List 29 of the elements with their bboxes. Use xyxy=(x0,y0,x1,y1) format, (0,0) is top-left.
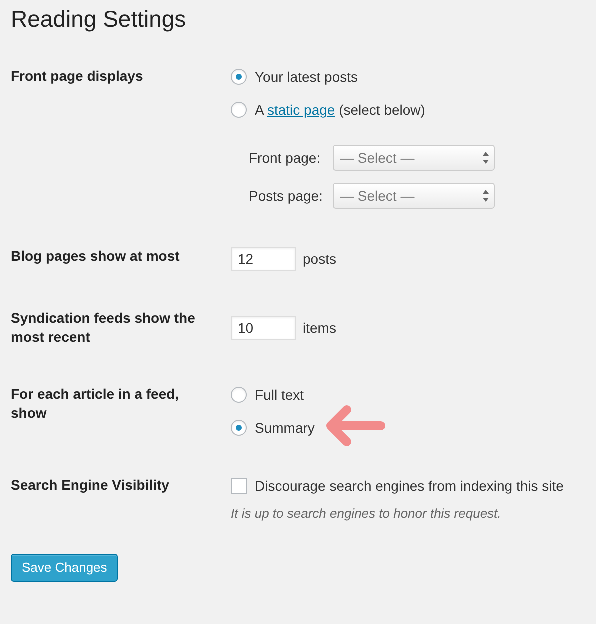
select-label: Posts page: xyxy=(249,188,324,204)
option-label: Your latest posts xyxy=(255,69,358,85)
option-label: Full text xyxy=(255,387,304,403)
setting-label: Search Engine Visibility xyxy=(11,476,170,495)
stepper-arrows-icon xyxy=(482,151,490,165)
radio-button[interactable] xyxy=(231,420,247,436)
number-field[interactable]: 10 xyxy=(231,316,296,340)
setting-label: Syndication feeds show the most recent xyxy=(11,309,196,347)
unit-label: items xyxy=(303,320,336,336)
stepper-arrows-icon xyxy=(482,189,490,203)
checkbox-label: Discourage search engines from indexing this site xyxy=(255,478,564,494)
description-text: It is up to search engines to honor this request. xyxy=(231,506,502,521)
setting-label: Front page displays xyxy=(11,67,144,86)
select-label: Front page: xyxy=(249,150,322,166)
option-label: Summary xyxy=(255,420,315,436)
radio-button[interactable] xyxy=(231,102,247,118)
radio-button[interactable] xyxy=(231,387,247,403)
page-select[interactable]: — Select — xyxy=(333,145,495,171)
save-button[interactable]: Save Changes xyxy=(11,554,118,582)
setting-label: For each article in a feed, show xyxy=(11,385,180,423)
checkbox[interactable] xyxy=(231,478,247,494)
radio-button[interactable] xyxy=(231,69,247,85)
option-label: A static page (select below) xyxy=(255,102,426,118)
static-page-link[interactable]: static page xyxy=(267,102,336,118)
page-select[interactable]: — Select — xyxy=(333,183,495,209)
unit-label: posts xyxy=(303,251,336,267)
setting-label: Blog pages show at most xyxy=(11,247,181,266)
page-title: Reading Settings xyxy=(11,6,186,33)
number-field[interactable]: 12 xyxy=(231,247,296,271)
